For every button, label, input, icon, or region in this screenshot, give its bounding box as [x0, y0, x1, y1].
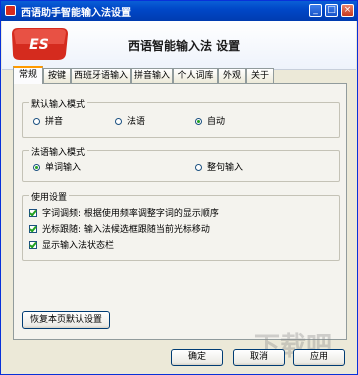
- check-cursor-follow-box: [29, 225, 37, 233]
- check-show-status-bar-box: [29, 241, 37, 249]
- tab-about[interactable]: 关于: [246, 68, 274, 83]
- radio-pinyin-dot: [33, 118, 40, 125]
- tab-keys[interactable]: 按键: [43, 68, 71, 83]
- radio-french-dot: [115, 118, 122, 125]
- settings-window: 西语助手智能输入法设置 _ □ × ES 西语智能输入法 设置 常规 按键 西班…: [0, 0, 358, 375]
- tab-general[interactable]: 常规: [13, 66, 43, 84]
- cancel-button[interactable]: 取消: [233, 349, 285, 366]
- apply-button[interactable]: 应用: [293, 349, 345, 366]
- tab-spanish-input[interactable]: 西班牙语输入: [71, 68, 131, 83]
- default-mode-title: 默认输入模式: [29, 97, 88, 110]
- radio-word-input-label: 单词输入: [45, 163, 82, 173]
- radio-sentence-input-label: 整句输入: [207, 163, 244, 173]
- app-icon: [5, 5, 16, 16]
- header-banner: ES 西语智能输入法 设置: [2, 21, 356, 70]
- restore-defaults-button[interactable]: 恢复本页默认设置: [22, 311, 110, 329]
- title-bar[interactable]: 西语助手智能输入法设置 _ □ ×: [1, 1, 357, 21]
- check-cursor-follow-label: 光标跟随: 输入法候选框跟随当前光标移动: [42, 225, 210, 235]
- radio-auto[interactable]: 自动: [195, 117, 225, 127]
- radio-pinyin-label: 拼音: [45, 117, 64, 127]
- radio-auto-dot: [195, 118, 202, 125]
- check-frequency-adjust[interactable]: 字词调频: 根据使用频率调整字词的显示顺序: [29, 209, 219, 219]
- maximize-button[interactable]: □: [325, 4, 338, 17]
- check-show-status-bar[interactable]: 显示输入法状态栏: [29, 241, 114, 251]
- french-mode-title: 法语输入模式: [29, 145, 88, 158]
- check-frequency-adjust-box: [29, 209, 37, 217]
- check-show-status-bar-label: 显示输入法状态栏: [42, 241, 115, 251]
- usage-group: 使用设置 字词调频: 根据使用频率调整字词的显示顺序 光标跟随: 输入法候选框跟…: [22, 190, 340, 261]
- radio-french-label: 法语: [127, 117, 146, 127]
- minimize-button[interactable]: _: [309, 4, 322, 17]
- radio-french[interactable]: 法语: [115, 117, 145, 127]
- tab-appearance[interactable]: 外观: [218, 68, 246, 83]
- window-title: 西语助手智能输入法设置: [21, 8, 131, 19]
- radio-pinyin[interactable]: 拼音: [33, 117, 63, 127]
- close-button[interactable]: ×: [341, 4, 354, 17]
- header-title: 西语智能输入法 设置: [128, 39, 241, 53]
- check-frequency-adjust-label: 字词调频: 根据使用频率调整字词的显示顺序: [42, 209, 219, 219]
- default-mode-group: 默认输入模式 拼音 法语 自动: [22, 97, 340, 138]
- french-mode-group: 法语输入模式 单词输入 整句输入: [22, 145, 340, 182]
- tab-pinyin-input[interactable]: 拼音输入: [131, 68, 173, 83]
- logo-text: ES: [29, 37, 49, 53]
- watermark-logo-icon: 下载吧: [254, 332, 332, 362]
- radio-auto-label: 自动: [207, 117, 226, 127]
- radio-word-input[interactable]: 单词输入: [33, 163, 81, 173]
- general-panel: 默认输入模式 拼音 法语 自动 法语输入模式 单词输入 整句输入 使用设置 字词…: [13, 83, 347, 340]
- radio-word-input-dot: [33, 164, 40, 171]
- check-cursor-follow[interactable]: 光标跟随: 输入法候选框跟随当前光标移动: [29, 225, 210, 235]
- ok-button[interactable]: 确定: [171, 349, 223, 366]
- radio-sentence-input-dot: [195, 164, 202, 171]
- tab-personal-dictionary[interactable]: 个人词库: [173, 68, 218, 83]
- radio-sentence-input[interactable]: 整句输入: [195, 163, 243, 173]
- es-logo-icon: ES: [12, 28, 68, 60]
- usage-title: 使用设置: [29, 190, 70, 203]
